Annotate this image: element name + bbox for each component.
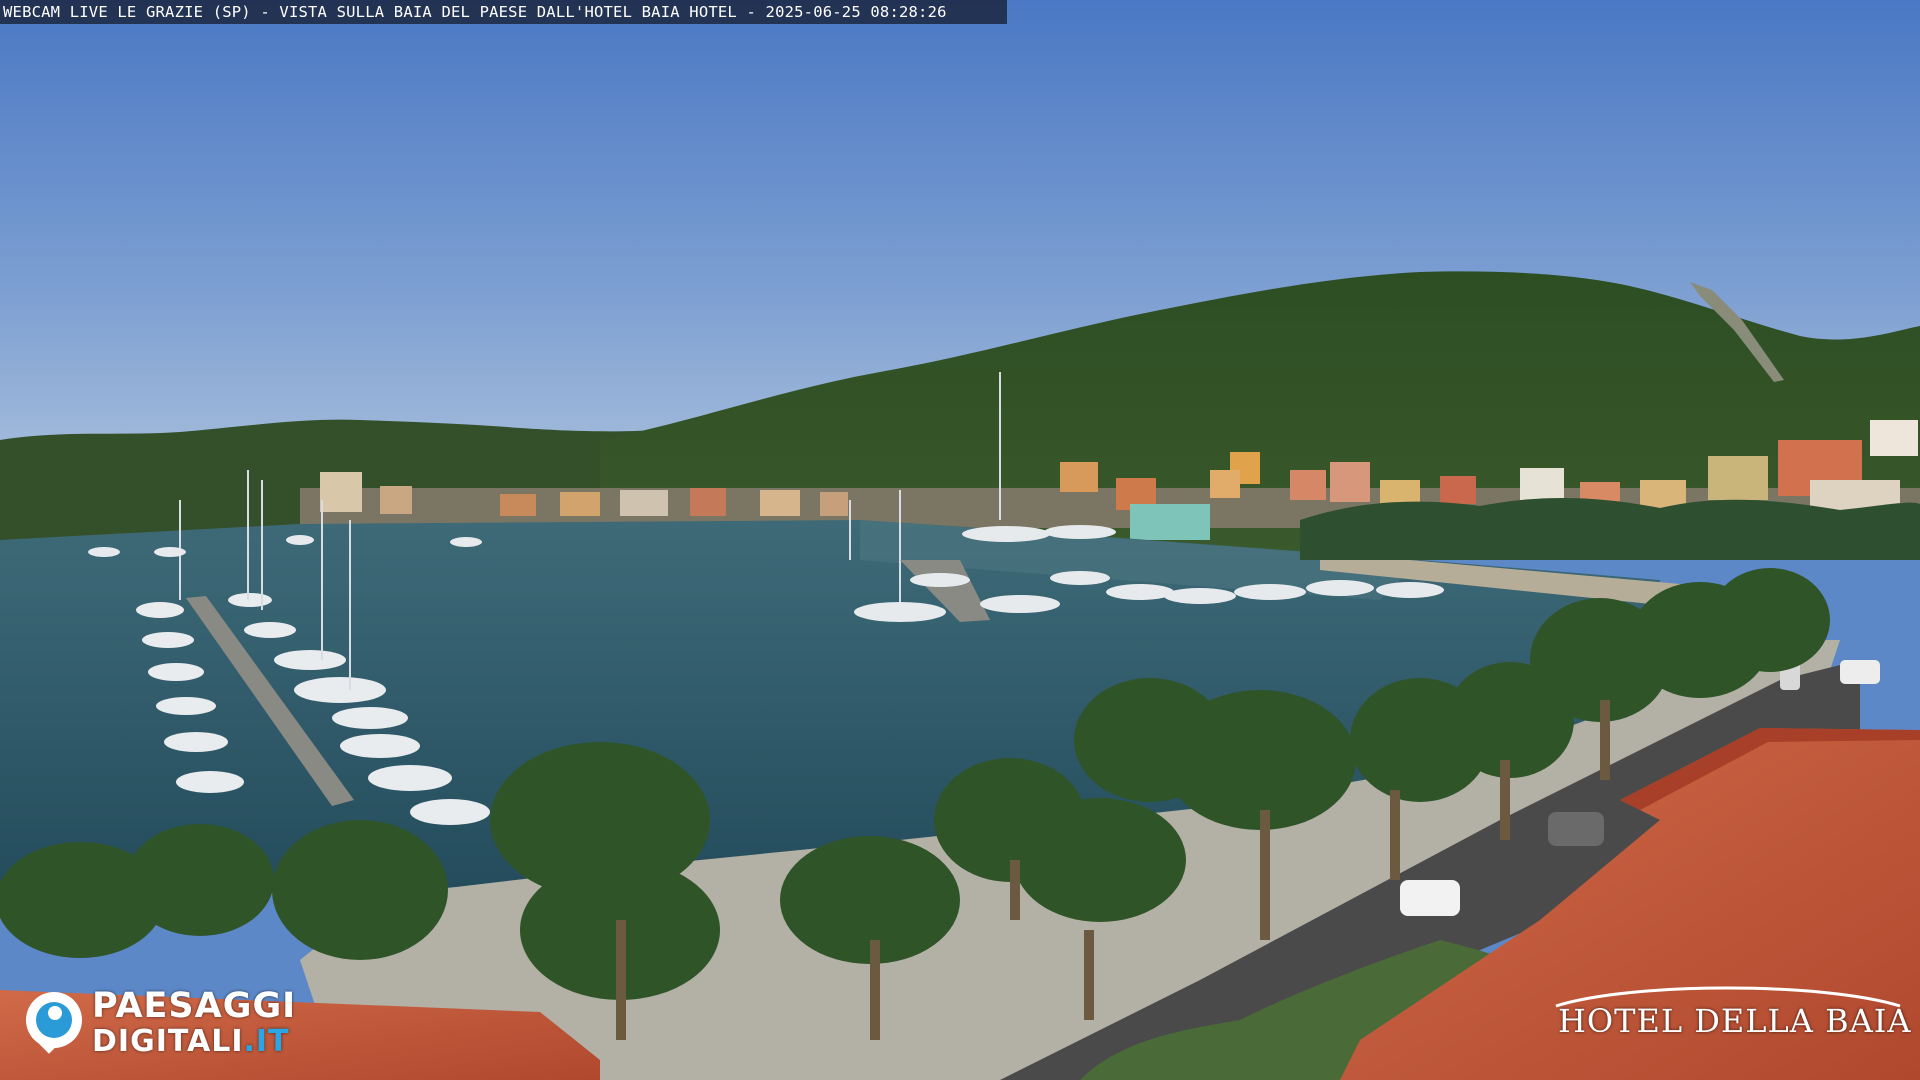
hotel-name: HOTEL DELLA BAIA: [1558, 1002, 1912, 1040]
webcam-caption: WEBCAM LIVE LE GRAZIE (SP) - VISTA SULLA…: [0, 0, 1007, 24]
webcam-scene: [0, 0, 1920, 1080]
brand-name-bottom-main: DIGITALI: [92, 1024, 244, 1059]
paesaggi-digitali-pin-icon: [26, 992, 82, 1054]
paesaggi-digitali-logo: PAESAGGI DIGITALI.IT: [26, 986, 336, 1059]
brand-name-top: PAESAGGI: [92, 986, 297, 1026]
hotel-logo: HOTEL DELLA BAIA: [1552, 980, 1910, 1050]
brand-name-bottom: DIGITALI.IT: [92, 1024, 290, 1059]
brand-name-suffix: .IT: [243, 1024, 290, 1059]
